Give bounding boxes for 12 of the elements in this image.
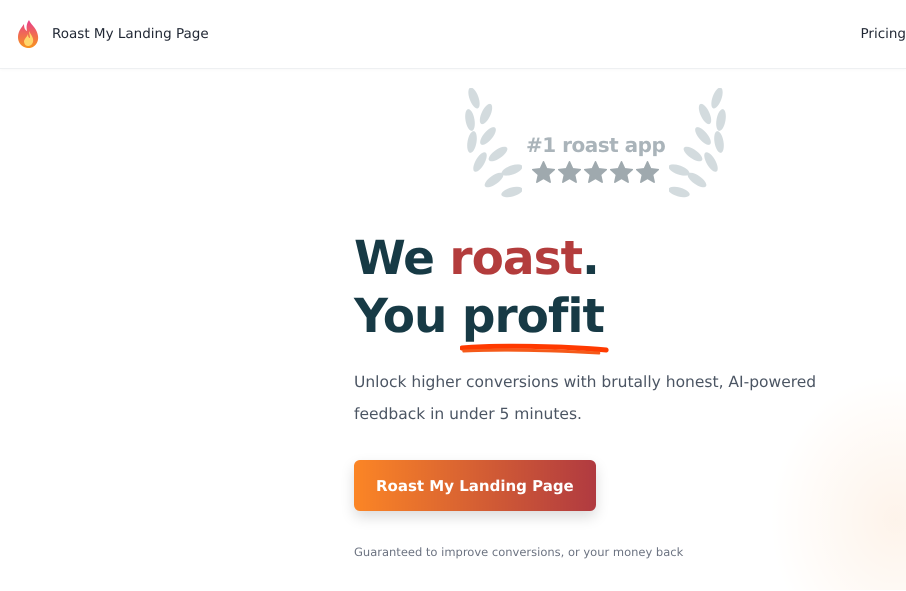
roast-cta-button[interactable]: Roast My Landing Page [354,460,596,511]
subtitle: Unlock higher conversions with brutally honest, AI-powered feedback in under 5 minutes. [354,372,818,425]
guarantee-text: Guaranteed to improve conversions, or your money back [354,545,684,559]
headline: We roast. You profit [354,230,604,358]
star-icon [584,161,608,183]
star-icon [636,161,660,183]
brand-name[interactable]: Roast My Landing Page [52,26,209,42]
star-icon [532,161,556,183]
star-icon [610,161,634,183]
badge-title: #1 roast app [526,133,666,157]
nav-link[interactable]: Pricing [860,26,906,42]
star-icon [558,161,582,183]
